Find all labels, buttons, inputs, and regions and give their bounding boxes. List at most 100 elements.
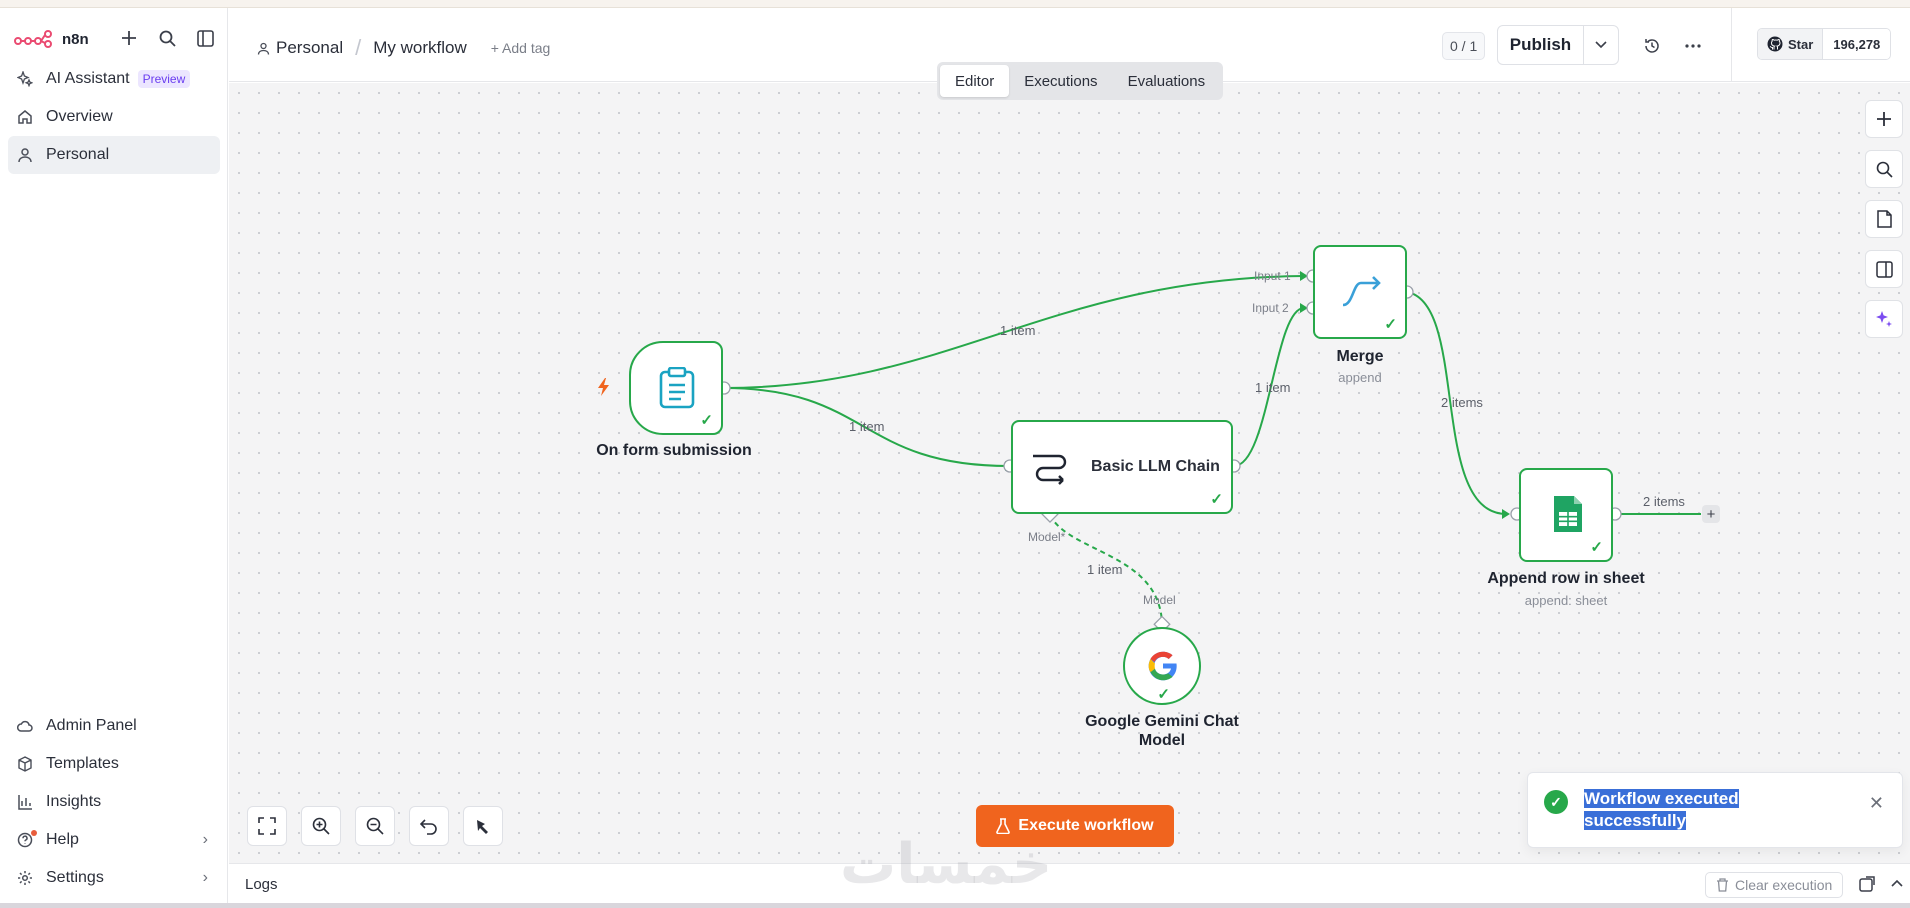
success-check-icon: ✓ bbox=[1210, 491, 1223, 508]
zoom-out-icon[interactable] bbox=[355, 806, 395, 846]
trash-icon bbox=[1717, 878, 1728, 892]
close-icon[interactable]: ✕ bbox=[1869, 793, 1884, 814]
more-options-icon[interactable] bbox=[1681, 34, 1705, 58]
sticky-note-icon[interactable] bbox=[1865, 200, 1903, 238]
breadcrumb-separator: / bbox=[355, 35, 362, 60]
node-subtitle: append: sheet bbox=[1524, 593, 1608, 608]
search-nodes-icon[interactable] bbox=[1865, 150, 1903, 188]
node-append-row-in-sheet[interactable]: ✓ bbox=[1519, 468, 1613, 562]
toast-line-1: Workflow executed bbox=[1584, 789, 1739, 808]
bottom-strip bbox=[0, 903, 1910, 908]
github-star-label: Star bbox=[1788, 36, 1814, 52]
sidebar-item-personal[interactable]: Personal bbox=[8, 136, 220, 174]
github-icon bbox=[1767, 36, 1783, 52]
sparkles-icon bbox=[16, 70, 34, 88]
collapse-sidebar-icon[interactable] bbox=[195, 28, 215, 48]
node-title-line-2: Model bbox=[1138, 732, 1186, 749]
add-node-icon[interactable]: + bbox=[1702, 505, 1720, 523]
sidebar-item-label: AI Assistant bbox=[46, 70, 130, 87]
fit-view-icon[interactable] bbox=[247, 806, 287, 846]
node-merge[interactable]: ✓ bbox=[1313, 245, 1407, 339]
toggle-panel-icon[interactable] bbox=[1865, 250, 1903, 288]
success-check-icon: ✓ bbox=[1544, 790, 1568, 814]
undo-icon[interactable] bbox=[409, 806, 449, 846]
view-tabs: Editor Executions Evaluations bbox=[937, 62, 1224, 100]
sidebar-item-label: Personal bbox=[46, 146, 110, 163]
node-basic-llm-chain[interactable]: Basic LLM Chain ✓ bbox=[1011, 420, 1233, 514]
add-node-button[interactable] bbox=[1865, 100, 1903, 138]
sidebar: n8n AI Assistant Preview Overview Person… bbox=[0, 8, 228, 903]
chevron-icon[interactable] bbox=[1887, 874, 1907, 894]
github-star-count: 196,278 bbox=[1823, 29, 1891, 59]
logs-bar: Logs Clear execution bbox=[229, 863, 1910, 903]
node-google-gemini-chat-model[interactable]: ✓ bbox=[1123, 627, 1201, 705]
logs-toggle[interactable]: Logs bbox=[245, 876, 278, 893]
sidebar-item-templates[interactable]: Templates bbox=[8, 745, 220, 783]
gear-icon bbox=[16, 869, 34, 887]
sidebar-item-label: Admin Panel bbox=[46, 717, 137, 734]
add-icon[interactable] bbox=[119, 28, 139, 48]
publish-button[interactable]: Publish bbox=[1498, 26, 1584, 64]
header-divider bbox=[1731, 8, 1732, 82]
sidebar-item-insights[interactable]: Insights bbox=[8, 783, 220, 821]
tab-editor[interactable]: Editor bbox=[940, 65, 1010, 97]
node-title: Basic LLM Chain bbox=[1091, 458, 1220, 475]
clipboard-icon bbox=[659, 367, 695, 409]
popout-icon[interactable] bbox=[1857, 874, 1877, 894]
sidebar-item-label: Templates bbox=[46, 755, 119, 772]
node-title-line-1: Google Gemini Chat bbox=[1085, 713, 1239, 730]
toast-message: Workflow executed successfully bbox=[1584, 788, 1824, 832]
app-logo[interactable]: n8n bbox=[14, 22, 89, 56]
add-tag-link[interactable]: + Add tag bbox=[491, 40, 551, 56]
github-star-button[interactable]: Star 196,278 bbox=[1757, 28, 1892, 60]
success-check-icon: ✓ bbox=[1157, 686, 1170, 703]
edge-label: 1 item bbox=[1087, 562, 1123, 577]
chevron-right-icon: › bbox=[202, 869, 208, 886]
home-icon bbox=[16, 108, 34, 126]
workflow-name[interactable]: My workflow bbox=[373, 38, 467, 58]
ai-sparkle-icon[interactable] bbox=[1865, 300, 1903, 338]
llm-chain-icon bbox=[1033, 454, 1067, 485]
clear-execution-button[interactable]: Clear execution bbox=[1705, 872, 1844, 898]
port-label-model: Model* bbox=[1028, 530, 1066, 544]
google-icon bbox=[1148, 651, 1177, 681]
sidebar-item-help[interactable]: Help › bbox=[8, 821, 220, 859]
logo-text: n8n bbox=[62, 30, 89, 48]
sidebar-item-ai-assistant[interactable]: AI Assistant Preview bbox=[8, 60, 220, 98]
user-icon bbox=[257, 42, 270, 55]
chevron-down-icon[interactable] bbox=[1584, 41, 1618, 49]
edge-label: 2 items bbox=[1643, 494, 1685, 509]
zoom-in-icon[interactable] bbox=[301, 806, 341, 846]
node-on-form-submission[interactable]: ✓ bbox=[629, 341, 723, 435]
search-icon[interactable] bbox=[157, 28, 177, 48]
node-title: Merge bbox=[1336, 348, 1384, 365]
node-title: Google Gemini Chat Model bbox=[1062, 712, 1262, 750]
arrow-sheet-input bbox=[1502, 509, 1510, 519]
success-toast: ✓ Workflow executed successfully ✕ bbox=[1527, 772, 1903, 848]
google-sheets-icon bbox=[1554, 496, 1582, 532]
user-icon bbox=[16, 146, 34, 164]
sidebar-item-overview[interactable]: Overview bbox=[8, 98, 220, 136]
history-icon[interactable] bbox=[1640, 34, 1664, 58]
tidy-up-icon[interactable] bbox=[463, 806, 503, 846]
version-counter: 0 / 1 bbox=[1442, 32, 1486, 60]
workflow-canvas[interactable]: ✓ On form submission Basic LLM Chain ✓ M… bbox=[229, 83, 1910, 863]
breadcrumb-project[interactable]: Personal bbox=[276, 38, 343, 58]
tab-executions[interactable]: Executions bbox=[1009, 65, 1112, 97]
sidebar-item-label: Insights bbox=[46, 793, 102, 810]
tab-evaluations[interactable]: Evaluations bbox=[1113, 65, 1221, 97]
toast-line-2: successfully bbox=[1584, 811, 1687, 830]
sidebar-item-settings[interactable]: Settings › bbox=[8, 859, 220, 897]
sidebar-item-label: Overview bbox=[46, 108, 113, 125]
node-title: On form submission bbox=[596, 442, 752, 459]
success-check-icon: ✓ bbox=[1590, 539, 1603, 556]
port-label-input-2: Input 2 bbox=[1252, 301, 1289, 315]
sidebar-item-label: Help bbox=[46, 831, 79, 848]
box-icon bbox=[16, 755, 34, 773]
notification-dot bbox=[31, 830, 37, 836]
port-label-model: Model bbox=[1143, 593, 1176, 607]
port-label-input-1: Input 1 bbox=[1254, 269, 1291, 283]
node-title: Append row in sheet bbox=[1487, 570, 1645, 587]
sidebar-item-admin-panel[interactable]: Admin Panel bbox=[8, 707, 220, 745]
chevron-right-icon: › bbox=[202, 831, 208, 848]
